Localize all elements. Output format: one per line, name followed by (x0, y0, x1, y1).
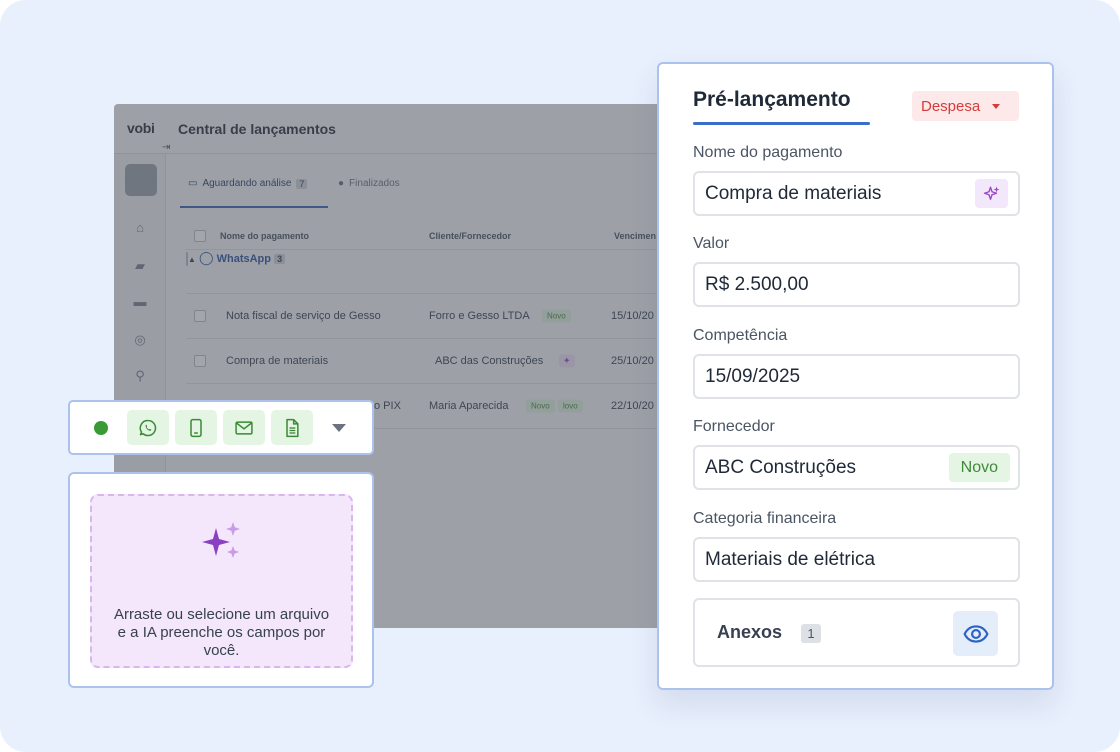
row-checkbox[interactable] (194, 355, 206, 367)
status-dot (94, 421, 108, 435)
new-badge: Novo (542, 309, 571, 323)
home-icon[interactable]: ⌂ (130, 220, 150, 235)
inbox-icon: ▭ (188, 178, 198, 189)
due-date: 22/10/20 (611, 400, 654, 412)
group-label: WhatsApp (216, 253, 271, 265)
whatsapp-button[interactable] (127, 410, 169, 445)
column-header: Nome do pagamento (220, 230, 310, 241)
folder-icon[interactable]: ▰ (130, 258, 150, 273)
mail-icon (235, 420, 253, 435)
chevron-down-icon[interactable] (332, 424, 346, 432)
amount-field[interactable]: R$ 2.500,00 (693, 262, 1020, 307)
attachments-count: 1 (801, 624, 821, 643)
field-label: Valor (693, 235, 730, 252)
tab-awaiting-review[interactable]: ▭ Aguardando análise 7 (188, 178, 308, 189)
payment-name: Nota fiscal de serviço de Gesso (226, 310, 381, 322)
chevron-down-icon (992, 103, 1001, 109)
canvas: vobi Central de lançamentos ⇥ ⌂ ▰ ▬ ◎ ⚲ … (0, 0, 1120, 752)
document-button[interactable] (271, 410, 313, 445)
attachments-section: Anexos 1 (693, 598, 1020, 667)
app-logo: vobi (127, 120, 155, 136)
card-title: Pré-lançamento (693, 88, 851, 111)
new-badge: Novo (526, 399, 555, 413)
column-header: Cliente/Fornecedor (429, 230, 512, 241)
field-value: Materiais de elétrica (705, 548, 876, 570)
select-all-checkbox[interactable] (194, 229, 206, 242)
ai-sparkle-icon (202, 522, 240, 558)
dollar-icon[interactable]: ◎ (130, 332, 150, 347)
table-group-row[interactable]: ▲ ◯ WhatsApp 3 (186, 250, 674, 294)
user-icon[interactable]: ⚲ (130, 368, 150, 383)
supplier-name: ABC das Construções (435, 355, 544, 367)
field-value: 15/09/2025 (705, 365, 801, 387)
sidebar-item-launches[interactable] (125, 164, 157, 196)
eye-icon (963, 624, 988, 643)
app-title: Central de lançamentos (178, 121, 336, 137)
supplier-name: Forro e Gesso LTDA (429, 310, 530, 322)
chat-icon[interactable]: ▬ (130, 294, 150, 309)
whatsapp-icon: ◯ (198, 250, 214, 265)
pre-launch-card: Pré-lançamento Despesa Nome do pagamento… (657, 62, 1054, 690)
drop-zone-instructions: Arraste ou selecione um arquivo e a IA p… (113, 606, 330, 659)
payment-name: o PIX (374, 400, 401, 412)
field-value: Compra de materiais (705, 182, 882, 204)
tab-label: Aguardando análise (202, 178, 292, 189)
field-label: Categoria financeira (693, 510, 837, 527)
type-dropdown[interactable]: Despesa (912, 91, 1019, 121)
phone-icon (190, 418, 202, 437)
active-tab-indicator (180, 206, 328, 208)
field-label: Competência (693, 327, 788, 344)
upload-card: Arraste ou selecione um arquivo e a IA p… (68, 472, 374, 688)
attachments-label: Anexos (717, 622, 783, 642)
column-header: Vencimen (614, 230, 657, 241)
expand-caret-icon[interactable]: ▲ (188, 255, 196, 264)
new-badge: Novo (948, 453, 1010, 482)
app-topbar: vobi Central de lançamentos ⇥ (114, 104, 674, 154)
ai-sparkle-icon[interactable] (975, 179, 1008, 208)
group-count: 3 (274, 254, 286, 264)
table-row[interactable]: Nota fiscal de serviço de Gesso Forro e … (186, 294, 674, 339)
field-label: Nome do pagamento (693, 144, 843, 161)
table-row[interactable]: Compra de materiais ABC das Construções … (186, 339, 674, 384)
due-date: 25/10/20 (611, 355, 654, 367)
supplier-field[interactable]: ABC Construções Novo (693, 445, 1020, 490)
title-underline (693, 122, 870, 125)
new-badge: lovo (558, 399, 583, 413)
check-circle-icon: ● (338, 178, 345, 189)
channel-toolbar (68, 400, 374, 455)
tab-count: 7 (296, 178, 308, 189)
document-icon (286, 418, 299, 437)
view-attachments-button[interactable] (953, 611, 998, 656)
field-value: R$ 2.500,00 (705, 273, 809, 295)
type-label: Despesa (921, 97, 981, 115)
table-header: Nome do pagamento Cliente/Fornecedor Ven… (186, 222, 674, 250)
payment-name: Compra de materiais (226, 355, 329, 367)
field-label: Fornecedor (693, 418, 775, 435)
tab-label: Finalizados (349, 178, 400, 189)
field-value: ABC Construções (705, 456, 857, 478)
collapse-sidebar-icon[interactable]: ⇥ (162, 142, 170, 153)
competence-date-field[interactable]: 15/09/2025 (693, 354, 1020, 399)
launches-table: Nome do pagamento Cliente/Fornecedor Ven… (186, 222, 674, 429)
whatsapp-icon (139, 419, 157, 436)
phone-button[interactable] (175, 410, 217, 445)
supplier-name: Maria Aparecida (429, 400, 509, 412)
file-drop-zone[interactable]: Arraste ou selecione um arquivo e a IA p… (90, 494, 353, 668)
ai-sparkle-icon: ✦ (559, 354, 575, 368)
row-checkbox[interactable] (194, 310, 206, 322)
due-date: 15/10/20 (611, 310, 654, 322)
financial-category-field[interactable]: Materiais de elétrica (693, 537, 1020, 582)
email-button[interactable] (223, 410, 265, 445)
tab-finished[interactable]: ● Finalizados (338, 178, 400, 189)
payment-name-field[interactable]: Compra de materiais (693, 171, 1020, 216)
